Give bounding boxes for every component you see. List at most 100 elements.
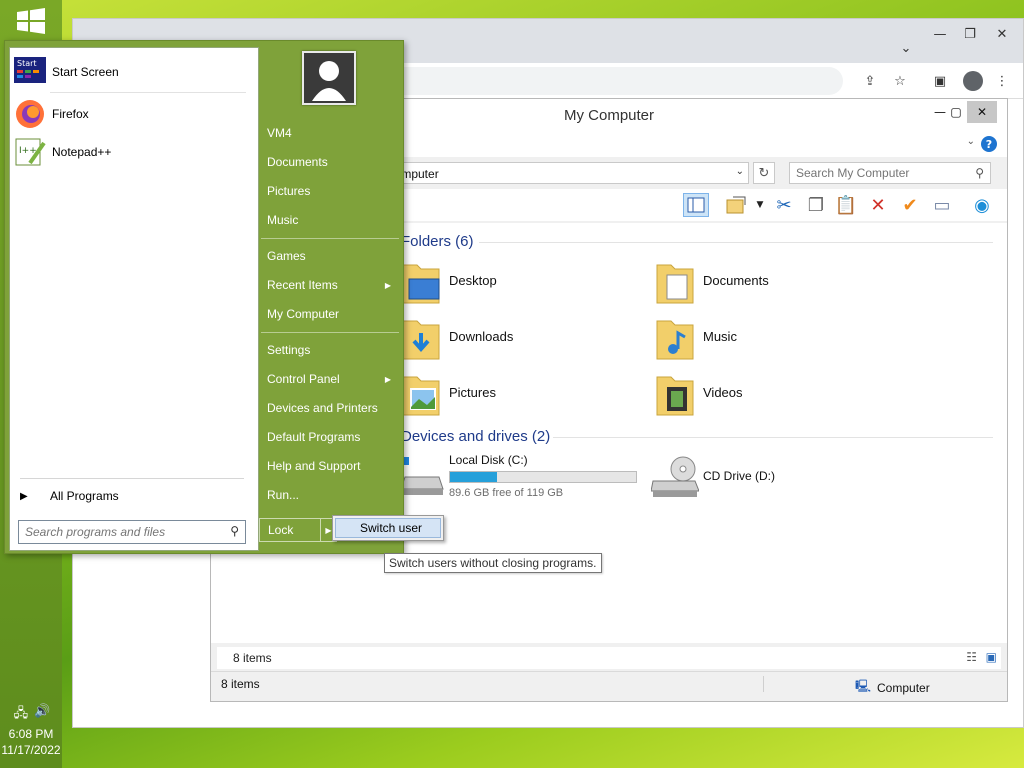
large-icons-view-icon[interactable]: ▣ bbox=[986, 650, 997, 664]
menu-pictures[interactable]: Pictures bbox=[261, 177, 401, 205]
start-search-input[interactable] bbox=[25, 524, 215, 540]
program-start-screen[interactable]: Start Start Screen bbox=[14, 54, 254, 90]
status-bar: 8 items 🖳 Computer bbox=[211, 671, 1007, 695]
status-divider bbox=[763, 676, 764, 692]
svg-text:Start: Start bbox=[17, 59, 37, 68]
drive-local-disk-c[interactable]: Local Disk (C:) 89.6 GB free of 119 GB bbox=[400, 453, 641, 503]
close-icon[interactable]: ✕ bbox=[967, 101, 997, 123]
speaker-icon[interactable]: 🔊 bbox=[34, 704, 50, 720]
share-icon[interactable]: ⇪ bbox=[853, 66, 887, 96]
menu-user-vm4[interactable]: VM4 bbox=[261, 119, 401, 147]
devices-group-header[interactable]: Devices and drives (2) bbox=[401, 428, 550, 445]
videos-folder-icon bbox=[655, 371, 694, 416]
chevron-down-icon[interactable]: ⌄ bbox=[736, 166, 744, 177]
network-globe-icon[interactable]: ◉ bbox=[969, 193, 995, 217]
address-bar[interactable]: Computer ⌄ bbox=[371, 162, 749, 184]
folder-documents[interactable]: Documents bbox=[655, 259, 885, 309]
folder-videos[interactable]: Videos bbox=[655, 371, 885, 421]
copy-icon[interactable]: ❐ bbox=[803, 193, 829, 217]
folder-label: Downloads bbox=[449, 329, 514, 344]
tooltip-text: Switch users without closing programs. bbox=[389, 556, 597, 570]
help-icon[interactable]: ? bbox=[981, 136, 997, 152]
submenu-arrow-icon: ▶ bbox=[384, 374, 391, 384]
search-box[interactable]: ⚲ bbox=[789, 162, 991, 184]
menu-item-label: Games bbox=[267, 249, 306, 263]
menu-music[interactable]: Music bbox=[261, 206, 401, 234]
menu-documents[interactable]: Documents bbox=[261, 148, 401, 176]
lock-button[interactable]: Lock bbox=[259, 518, 321, 542]
menu-help-support[interactable]: Help and Support bbox=[261, 452, 401, 480]
properties-icon[interactable]: ▭ bbox=[929, 193, 955, 217]
menu-my-computer[interactable]: My Computer bbox=[261, 300, 401, 328]
pictures-folder-icon bbox=[401, 371, 440, 416]
search-icon[interactable]: ⚲ bbox=[230, 524, 239, 538]
folder-label: Documents bbox=[703, 273, 769, 288]
chevron-down-icon[interactable]: ⌄ bbox=[967, 136, 975, 147]
menu-item-label: Pictures bbox=[267, 184, 311, 198]
item-count: 8 items bbox=[233, 651, 272, 665]
all-programs-divider bbox=[20, 478, 244, 479]
menu-devices-printers[interactable]: Devices and Printers bbox=[261, 394, 401, 422]
drive-usage-bar bbox=[449, 471, 637, 483]
folder-pictures[interactable]: Pictures bbox=[401, 371, 631, 421]
paste-icon[interactable]: 📋 bbox=[833, 193, 859, 217]
menu-item-label: Default Programs bbox=[267, 430, 361, 444]
clock-date[interactable]: 11/17/2022 bbox=[0, 743, 62, 757]
preview-pane-icon[interactable] bbox=[683, 193, 709, 217]
menu-item-label: Run... bbox=[267, 488, 300, 502]
folder-label: Videos bbox=[703, 385, 743, 400]
view-options-dropdown-icon[interactable]: ▼ bbox=[747, 193, 773, 217]
menu-item-label: Documents bbox=[267, 155, 328, 169]
notepadpp-icon: I++ bbox=[14, 137, 46, 167]
menu-item-label: My Computer bbox=[267, 307, 340, 321]
program-notepadpp[interactable]: I++ Notepad++ bbox=[14, 134, 254, 170]
view-options-icon[interactable] bbox=[723, 193, 749, 217]
search-icon[interactable]: ⚲ bbox=[975, 166, 984, 180]
menu-kebab-icon[interactable]: ⋮ bbox=[985, 66, 1019, 96]
close-icon[interactable]: ✕ bbox=[985, 19, 1019, 49]
documents-folder-icon bbox=[655, 259, 694, 304]
menu-run[interactable]: Run... bbox=[261, 481, 401, 509]
folder-music[interactable]: Music bbox=[655, 315, 885, 365]
menu-control-panel[interactable]: Control Panel ▶ bbox=[261, 365, 401, 393]
rename-check-icon[interactable]: ✔ bbox=[897, 193, 923, 217]
menu-item-label: Settings bbox=[267, 343, 311, 357]
menu-divider bbox=[261, 332, 399, 333]
music-folder-icon bbox=[655, 315, 694, 360]
profile-avatar-icon[interactable] bbox=[963, 71, 983, 91]
menu-games[interactable]: Games bbox=[261, 242, 401, 270]
menu-item-label: Control Panel bbox=[267, 372, 340, 386]
group-divider bbox=[479, 242, 993, 243]
switch-user-item[interactable]: Switch user bbox=[335, 518, 441, 538]
maximize-icon[interactable]: ❐ bbox=[953, 19, 987, 49]
menu-default-programs[interactable]: Default Programs bbox=[261, 423, 401, 451]
bookmark-star-icon[interactable]: ☆ bbox=[883, 66, 917, 96]
triangle-right-icon: ▶ bbox=[20, 490, 28, 502]
user-avatar[interactable] bbox=[302, 51, 356, 105]
start-screen-icon: Start bbox=[14, 57, 46, 87]
menu-recent-items[interactable]: Recent Items ▶ bbox=[261, 271, 401, 299]
cut-icon[interactable]: ✂ bbox=[771, 193, 797, 217]
minimize-icon[interactable]: — bbox=[923, 19, 957, 49]
windows-start-icon[interactable] bbox=[16, 8, 46, 34]
tab-list-chevron-icon[interactable]: ⌄ bbox=[889, 33, 923, 63]
delete-icon[interactable]: ✕ bbox=[865, 193, 891, 217]
start-search-box[interactable]: ⚲ bbox=[18, 520, 246, 544]
menu-settings[interactable]: Settings bbox=[261, 336, 401, 364]
side-panel-icon[interactable]: ▣ bbox=[923, 66, 957, 96]
all-programs-button[interactable]: ▶ All Programs bbox=[20, 484, 250, 508]
folders-group-header[interactable]: Folders (6) bbox=[401, 233, 474, 250]
network-icon[interactable]: 🖧 bbox=[14, 704, 29, 721]
status-location-label: Computer bbox=[877, 680, 930, 695]
folder-label: Pictures bbox=[449, 385, 496, 400]
drive-label: Local Disk (C:) bbox=[449, 453, 528, 467]
search-input[interactable] bbox=[796, 165, 966, 181]
details-view-icon[interactable]: ☷ bbox=[966, 650, 977, 664]
desktop-folder-icon bbox=[401, 259, 440, 304]
drive-cd-d[interactable]: CD Drive (D:) bbox=[650, 453, 851, 503]
program-firefox[interactable]: Firefox bbox=[14, 96, 254, 132]
folder-desktop[interactable]: Desktop bbox=[401, 259, 631, 309]
refresh-button[interactable]: ↻ bbox=[753, 162, 775, 184]
clock-time[interactable]: 6:08 PM bbox=[0, 727, 62, 741]
folder-downloads[interactable]: Downloads bbox=[401, 315, 631, 365]
